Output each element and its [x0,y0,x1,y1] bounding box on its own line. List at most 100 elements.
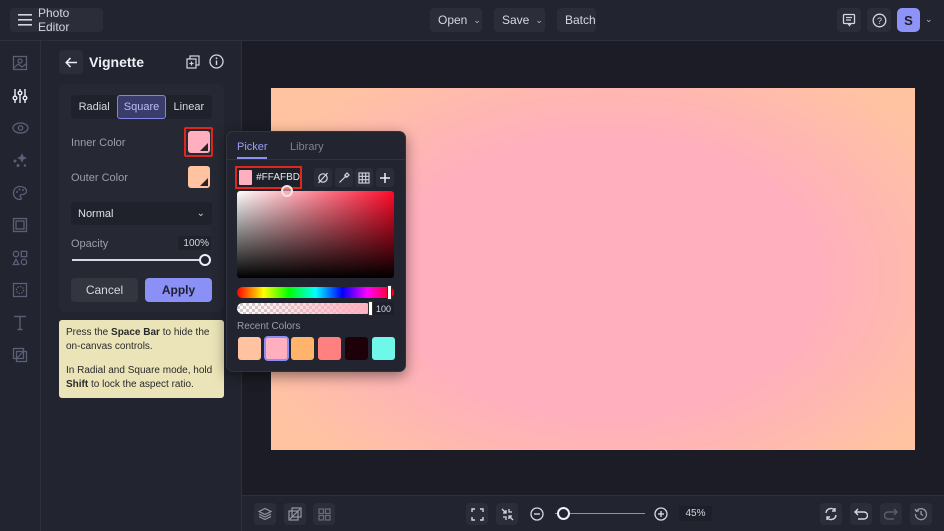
picker-tab-underline [237,157,267,159]
layers-icon [258,507,272,521]
add-color-button[interactable] [376,168,394,187]
svg-text:?: ? [876,16,881,26]
info-icon[interactable] [209,54,224,69]
open-menu-button[interactable]: Open ⌄ [430,8,482,32]
compare-icon [288,507,302,521]
layers-button[interactable] [254,503,276,525]
recent-color-swatch[interactable] [238,337,261,360]
chevron-down-icon: ⌄ [535,14,543,25]
blend-mode-select[interactable]: Normal ⌄ [71,202,212,225]
undo-button[interactable] [850,503,872,525]
saturation-value-area[interactable] [237,191,394,278]
arrow-left-icon [64,56,78,68]
zoom-in-icon [654,507,668,521]
recent-color-swatch[interactable] [291,337,315,360]
app-menu-button[interactable]: Photo Editor [10,6,103,34]
inner-color-swatch[interactable] [188,131,210,153]
recent-color-swatch[interactable] [318,337,342,360]
zoom-out-button[interactable] [526,503,548,525]
help-button[interactable]: ? [867,8,891,32]
chevron-down-icon[interactable]: ⌄ [925,14,933,25]
recent-color-swatch[interactable] [263,336,289,361]
eye-icon[interactable] [11,119,29,137]
undo-icon [854,508,868,520]
texture-icon[interactable] [11,281,29,299]
batch-label: Batch [565,13,596,27]
apply-button[interactable]: Apply [145,278,212,302]
history-icon [914,507,928,521]
effects-sparkle-icon[interactable] [11,151,29,169]
hamburger-menu-icon [18,14,32,26]
hue-slider[interactable] [237,287,394,298]
alpha-slider[interactable] [237,303,371,314]
frame-icon[interactable] [11,216,29,234]
panel-title: Vignette [89,54,144,70]
redo-button[interactable] [880,503,902,525]
picker-tab[interactable]: Picker [237,141,268,153]
chevron-down-icon: ⌄ [473,14,481,25]
open-label: Open [438,13,468,27]
back-button[interactable] [59,50,83,74]
help-icon: ? [872,13,887,28]
outer-color-swatch[interactable] [188,166,210,188]
chevron-down-icon: ⌄ [196,208,205,219]
user-avatar[interactable]: S [897,8,920,32]
outer-color-label: Outer Color [71,172,128,184]
grid-view-button[interactable] [313,503,335,525]
tip-space-bar: Press the Space Bar to hide the on-canva… [66,327,210,352]
hue-slider-thumb[interactable] [387,285,392,300]
history-button[interactable] [910,503,932,525]
overlay-icon[interactable] [11,346,29,364]
actual-size-button[interactable] [496,503,518,525]
fullscreen-icon [470,507,484,521]
opacity-slider-thumb[interactable] [199,254,211,266]
grid-view-icon [317,507,331,521]
text-icon[interactable] [11,314,29,332]
app-title: Photo Editor [38,6,70,34]
saturation-value-thumb[interactable] [281,185,293,197]
plus-icon [379,172,391,184]
tip-box: Press the Space Bar to hide the on-canva… [59,320,224,398]
refresh-icon [824,507,838,521]
eyedropper-button[interactable] [335,168,353,187]
compare-button[interactable] [284,503,306,525]
eyedropper-icon [338,171,350,184]
feedback-button[interactable] [837,8,861,32]
shrink-icon [501,508,514,521]
zoom-in-button[interactable] [650,503,672,525]
grid-swatches-button[interactable] [355,168,373,187]
batch-button[interactable]: Batch [557,8,596,32]
opacity-value[interactable]: 100% [178,236,211,250]
save-menu-button[interactable]: Save ⌄ [494,8,545,32]
recent-colors-label: Recent Colors [237,321,301,332]
reset-button[interactable] [820,503,842,525]
cancel-button[interactable]: Cancel [71,278,138,302]
current-color-swatch [239,170,253,185]
opacity-label: Opacity [71,238,109,250]
fit-to-screen-button[interactable] [466,503,488,525]
shapes-icon[interactable] [11,249,29,267]
library-tab[interactable]: Library [290,141,324,153]
opacity-slider-track[interactable] [72,259,205,261]
grid-icon [358,171,370,184]
mode-radial-tab[interactable]: Radial [71,95,117,119]
inner-color-label: Inner Color [71,137,126,149]
palette-icon[interactable] [11,184,29,202]
hex-input[interactable]: #FFAFBD [235,166,302,189]
alpha-value[interactable]: 100 [373,302,394,315]
zoom-slider-thumb[interactable] [557,507,570,520]
mode-linear-tab[interactable]: Linear [166,95,212,119]
image-icon[interactable] [11,54,29,72]
recent-color-swatch[interactable] [344,337,368,360]
zoom-value[interactable]: 45% [679,506,712,521]
feedback-icon [842,13,856,27]
duplicate-layer-icon[interactable] [186,55,200,69]
no-color-icon [317,172,329,184]
adjustments-icon[interactable] [11,87,29,105]
no-color-button[interactable] [314,168,332,187]
mode-square-tab[interactable]: Square [117,95,166,119]
vignette-mode-selector: Radial Square Linear [71,95,212,119]
recent-color-swatch[interactable] [371,337,395,360]
picker-tab-divider [227,159,405,160]
save-label: Save [502,13,530,27]
